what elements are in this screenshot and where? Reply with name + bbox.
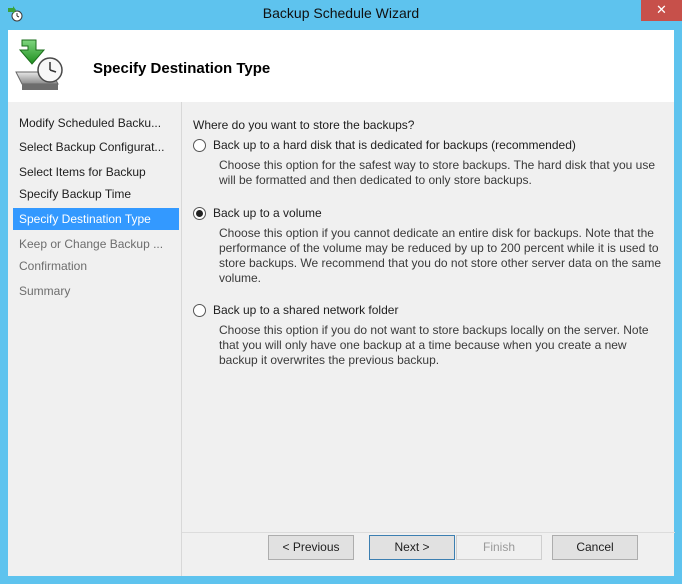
radio-dedicated-disk[interactable] xyxy=(193,139,206,152)
option-label-dedicated-disk[interactable]: Back up to a hard disk that is dedicated… xyxy=(213,138,576,152)
button-bar: < Previous Next > Finish Cancel xyxy=(182,532,675,576)
close-button[interactable]: ✕ xyxy=(641,0,682,21)
radio-network-folder[interactable] xyxy=(193,304,206,317)
option-description-volume: Choose this option if you cannot dedicat… xyxy=(219,226,662,285)
option-network-folder: Back up to a shared network folder Choos… xyxy=(193,303,663,367)
option-description-dedicated-disk: Choose this option for the safest way to… xyxy=(219,158,656,187)
main-content: Where do you want to store the backups? … xyxy=(181,102,675,576)
wizard-window: Specify Destination Type Modify Schedule… xyxy=(8,30,675,576)
option-label-volume[interactable]: Back up to a volume xyxy=(213,206,322,220)
destination-question: Where do you want to store the backups? xyxy=(193,118,415,132)
radio-volume[interactable] xyxy=(193,207,206,220)
option-volume: Back up to a volume Choose this option i… xyxy=(193,206,663,286)
cancel-button[interactable]: Cancel xyxy=(552,535,638,560)
finish-button: Finish xyxy=(456,535,542,560)
backup-drive-icon xyxy=(15,39,63,90)
title-bar: Backup Schedule Wizard ✕ xyxy=(0,0,682,30)
next-button[interactable]: Next > xyxy=(369,535,455,560)
option-dedicated-disk: Back up to a hard disk that is dedicated… xyxy=(193,138,663,188)
wizard-header: Specify Destination Type xyxy=(8,30,674,102)
sidebar-item-confirmation: Confirmation xyxy=(19,259,88,273)
window-title: Backup Schedule Wizard xyxy=(262,5,420,21)
sidebar-item-summary: Summary xyxy=(19,284,71,298)
sidebar-item-select-backup-configuration[interactable]: Select Backup Configurat... xyxy=(13,136,179,158)
option-label-network-folder[interactable]: Back up to a shared network folder xyxy=(213,303,398,317)
sidebar-item-specify-backup-time[interactable]: Specify Backup Time xyxy=(13,183,179,205)
sidebar-item-keep-or-change-backup: Keep or Change Backup ... xyxy=(19,237,164,251)
wizard-body: Modify Scheduled Backu... Select Backup … xyxy=(8,102,675,576)
previous-button[interactable]: < Previous xyxy=(268,535,354,560)
sidebar-item-specify-destination-type[interactable]: Specify Destination Type xyxy=(13,208,179,230)
sidebar-item-select-items-for-backup[interactable]: Select Items for Backup xyxy=(13,161,179,183)
page-title: Specify Destination Type xyxy=(93,60,271,77)
option-description-network-folder: Choose this option if you do not want to… xyxy=(219,323,649,367)
sidebar-item-modify-scheduled-backup[interactable]: Modify Scheduled Backu... xyxy=(13,112,179,134)
wizard-steps-sidebar: Modify Scheduled Backu... Select Backup … xyxy=(8,102,181,576)
